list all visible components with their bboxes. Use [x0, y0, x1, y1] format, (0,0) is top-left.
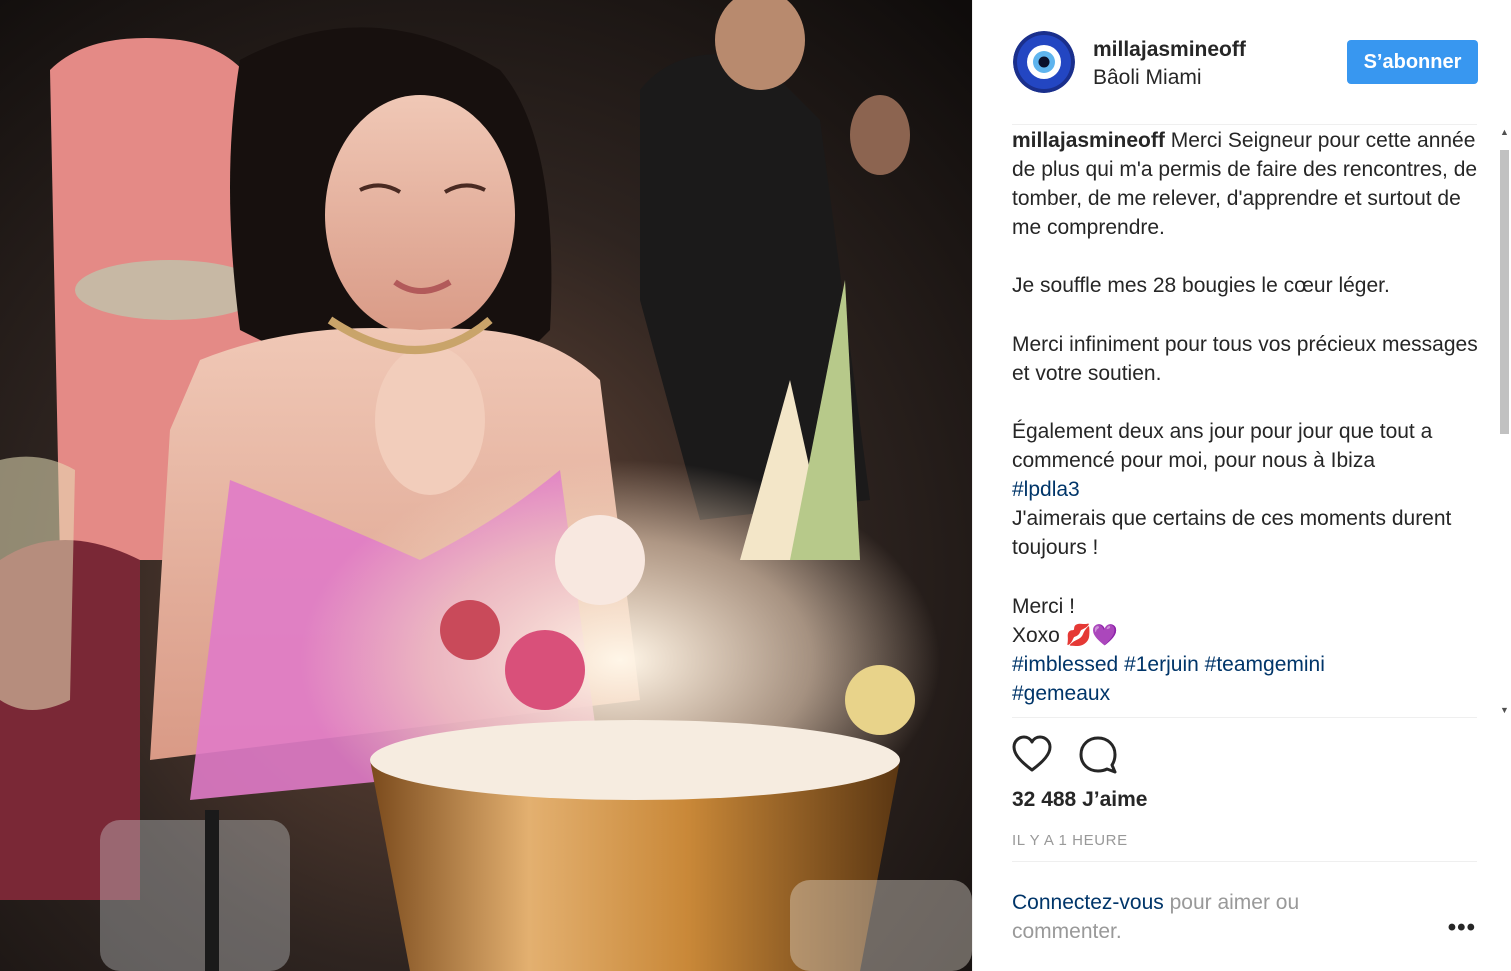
- caption-text: J'aimerais que certains de ces moments d…: [1012, 507, 1452, 560]
- comment-icon: [1079, 736, 1117, 774]
- caption-spacer: [1012, 242, 1492, 271]
- username-link[interactable]: millajasmineoff: [1093, 38, 1246, 62]
- caption-text: Également deux ans jour pour jour que to…: [1012, 419, 1433, 473]
- caption-hashtag-line: #imblessed #1erjuin #teamgemini: [1012, 650, 1492, 679]
- caption-hashtag-line: #lpdla3: [1012, 475, 1492, 504]
- caption: millajasmineoff Merci Seigneur pour cett…: [1012, 126, 1492, 708]
- post-header: millajasmineoff Bâoli Miami S’abonner: [1012, 30, 1478, 96]
- comment-button[interactable]: [1078, 735, 1118, 775]
- divider: [1012, 717, 1477, 718]
- heart-icon: [1012, 735, 1052, 772]
- login-link[interactable]: Connectez-vous: [1012, 891, 1164, 914]
- follow-button[interactable]: S’abonner: [1347, 40, 1478, 84]
- caption-text: Je souffle mes 28 bougies le cœur léger.: [1012, 274, 1390, 298]
- scrollbar-thumb[interactable]: [1500, 150, 1509, 434]
- more-options-button[interactable]: •••: [1448, 916, 1476, 940]
- evil-eye-icon: [1013, 31, 1075, 93]
- like-count[interactable]: 32 488 J’aime: [1012, 788, 1147, 812]
- caption-text: Merci !: [1012, 594, 1075, 618]
- post-photo[interactable]: [0, 0, 972, 971]
- caption-spacer: [1012, 301, 1492, 330]
- caption-hashtag-line: #gemeaux: [1012, 679, 1492, 708]
- photo-illustration: [0, 0, 972, 971]
- hashtag-lpdla3[interactable]: #lpdla3: [1012, 478, 1080, 501]
- login-prompt: Connectez-vous pour aimer ou commenter.: [1012, 888, 1392, 946]
- location-link[interactable]: Bâoli Miami: [1093, 66, 1202, 90]
- caption-spacer: [1012, 388, 1492, 417]
- caption-text: Xoxo 💋💜: [1012, 623, 1118, 647]
- hashtag-imblessed[interactable]: #imblessed: [1012, 653, 1118, 676]
- scroll-down-arrow-icon[interactable]: ▼: [1499, 704, 1510, 716]
- hashtag-teamgemini[interactable]: #teamgemini: [1205, 653, 1325, 676]
- instagram-post: millajasmineoff Bâoli Miami S’abonner mi…: [0, 0, 1511, 971]
- scroll-up-arrow-icon[interactable]: ▲: [1499, 126, 1510, 138]
- caption-username[interactable]: millajasmineoff: [1012, 129, 1165, 152]
- hashtag-1erjuin[interactable]: #1erjuin: [1124, 653, 1199, 676]
- caption-text: Merci infiniment pour tous vos précieux …: [1012, 332, 1478, 385]
- scrollbar[interactable]: ▲ ▼: [1499, 126, 1510, 716]
- caption-paragraph: millajasmineoff Merci Seigneur pour cett…: [1012, 126, 1492, 242]
- caption-spacer: [1012, 562, 1492, 591]
- divider: [1012, 861, 1477, 862]
- post-side-panel: millajasmineoff Bâoli Miami S’abonner mi…: [972, 0, 1511, 971]
- caption-scroll-area[interactable]: millajasmineoff Merci Seigneur pour cett…: [1012, 126, 1492, 716]
- hashtag-gemeaux[interactable]: #gemeaux: [1012, 682, 1110, 705]
- divider: [1012, 124, 1477, 125]
- avatar[interactable]: [1013, 31, 1075, 93]
- like-button[interactable]: [1012, 735, 1052, 775]
- post-timestamp[interactable]: IL Y A 1 HEURE: [1012, 832, 1128, 849]
